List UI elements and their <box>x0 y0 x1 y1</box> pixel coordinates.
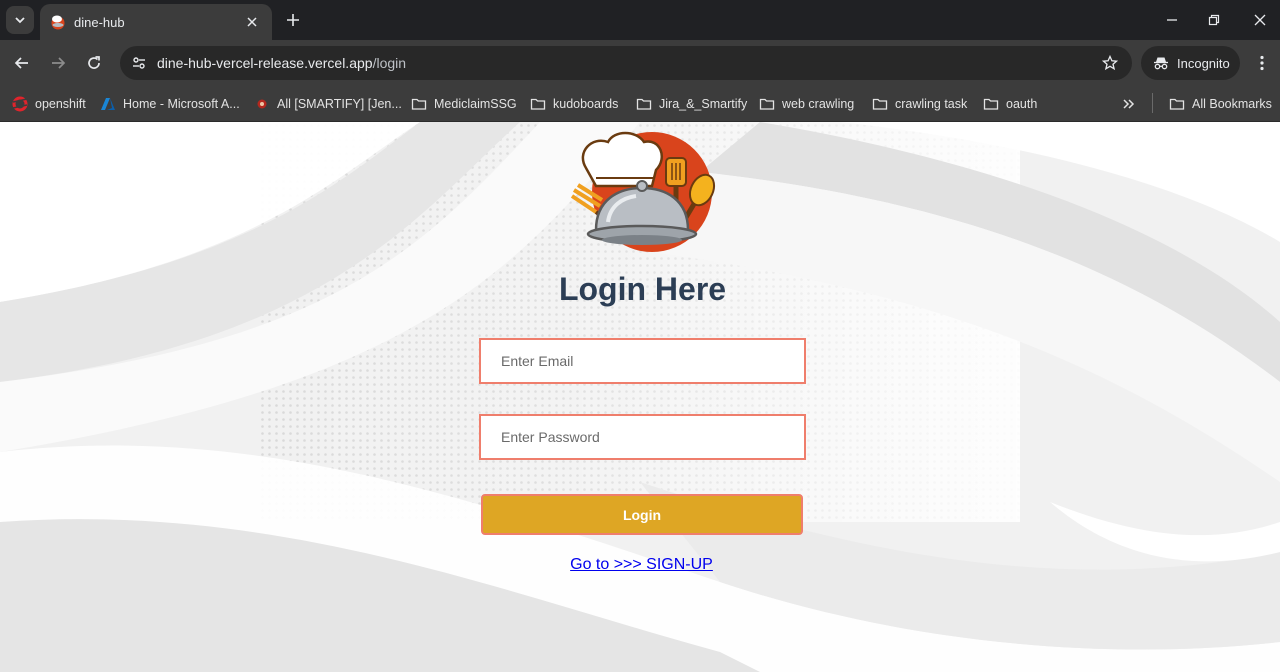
chevron-down-icon <box>15 17 25 24</box>
incognito-icon <box>1154 57 1168 70</box>
bookmark-openshift[interactable]: openshift <box>12 92 86 116</box>
bookmark-star-icon[interactable] <box>1100 53 1120 73</box>
tab-dine-hub[interactable]: dine-hub <box>40 4 272 40</box>
folder-icon <box>530 96 546 112</box>
folder-icon <box>872 96 888 112</box>
bookmark-label: All [SMARTIFY] [Jen... <box>277 97 402 111</box>
reload-icon <box>88 56 100 69</box>
bookmark-label: kudoboards <box>553 97 619 111</box>
browser-menu-button[interactable] <box>1250 51 1274 75</box>
page-title: Login Here <box>558 271 727 307</box>
bookmark-folder-oauth[interactable]: oauth <box>983 92 1037 116</box>
tab-title: dine-hub <box>74 14 125 30</box>
bookmark-folder-jira-smartify[interactable]: Jira_&_Smartify <box>636 92 747 116</box>
jenkins-icon <box>254 96 270 112</box>
azure-icon <box>100 96 116 112</box>
folder-icon <box>1169 96 1185 112</box>
url-path: /login <box>372 55 407 71</box>
forward-arrow-icon <box>52 57 66 69</box>
bookmark-folder-kudoboards[interactable]: kudoboards <box>530 92 618 116</box>
minimize-button[interactable] <box>1152 6 1192 34</box>
window-close-button[interactable] <box>1240 6 1280 34</box>
folder-icon <box>636 96 652 112</box>
browser-toolbar: dine-hub-vercel-release.vercel.app/login… <box>0 40 1280 86</box>
bookmark-label: Jira_&_Smartify <box>659 97 748 111</box>
close-icon <box>1254 14 1266 26</box>
tune-icon <box>133 57 145 69</box>
all-bookmarks-button[interactable]: All Bookmarks <box>1169 92 1272 116</box>
incognito-label: Incognito <box>1177 55 1230 71</box>
tab-search-button[interactable] <box>6 6 34 34</box>
restore-icon <box>1208 14 1220 26</box>
password-field[interactable] <box>479 414 806 460</box>
bookmark-home-microsoft[interactable]: Home - Microsoft A... <box>100 92 240 116</box>
bookmark-label: crawling task <box>895 97 968 111</box>
favicon-icon <box>51 15 65 30</box>
url-text: dine-hub-vercel-release.vercel.app/login <box>157 55 406 71</box>
bookmark-label: Home - Microsoft A... <box>123 97 240 111</box>
bookmark-smartify-jenkins[interactable]: All [SMARTIFY] [Jen... <box>254 92 402 116</box>
folder-icon <box>759 96 775 112</box>
url-host: dine-hub-vercel-release.vercel.app <box>157 55 373 71</box>
kebab-menu-icon <box>1260 55 1264 71</box>
login-button[interactable]: Login <box>481 494 803 535</box>
bookmark-folder-mediclaimssg[interactable]: MediclaimSSG <box>411 92 517 116</box>
plus-icon <box>287 14 299 26</box>
reload-button[interactable] <box>80 49 108 77</box>
bookmarks-bar: openshift Home - Microsoft A... All [SMA… <box>0 86 1280 122</box>
double-chevron-right-icon <box>1123 99 1135 109</box>
bookmark-label: web crawling <box>782 97 855 111</box>
back-arrow-icon <box>14 57 28 69</box>
bookmarks-divider <box>1152 93 1153 113</box>
all-bookmarks-label: All Bookmarks <box>1192 97 1272 111</box>
bookmark-folder-web-crawling[interactable]: web crawling <box>759 92 854 116</box>
minimize-icon <box>1167 19 1177 21</box>
folder-icon <box>983 96 999 112</box>
signup-link[interactable]: Go to >>> SIGN-UP <box>480 556 803 574</box>
email-field[interactable] <box>479 338 806 384</box>
login-page: Login Here Login Go to >>> SIGN-UP <box>0 122 1280 672</box>
folder-icon <box>411 96 427 112</box>
bookmarks-overflow-button[interactable] <box>1120 95 1138 113</box>
bookmark-folder-crawling-task[interactable]: crawling task <box>872 92 967 116</box>
chef-hat-icon <box>581 131 663 188</box>
incognito-button[interactable]: Incognito <box>1141 46 1240 80</box>
bookmark-label: openshift <box>35 97 86 111</box>
site-info-button[interactable] <box>126 50 152 76</box>
new-tab-button[interactable] <box>281 8 305 32</box>
openshift-icon <box>12 96 28 112</box>
restore-button[interactable] <box>1194 6 1234 34</box>
tab-strip: dine-hub <box>0 0 1280 40</box>
bookmark-label: oauth <box>1006 97 1038 111</box>
bookmark-label: MediclaimSSG <box>434 97 517 111</box>
dine-hub-logo <box>570 131 716 252</box>
close-icon[interactable] <box>242 12 262 32</box>
back-button[interactable] <box>8 49 36 77</box>
address-bar[interactable]: dine-hub-vercel-release.vercel.app/login <box>120 46 1132 80</box>
forward-button[interactable] <box>44 49 72 77</box>
